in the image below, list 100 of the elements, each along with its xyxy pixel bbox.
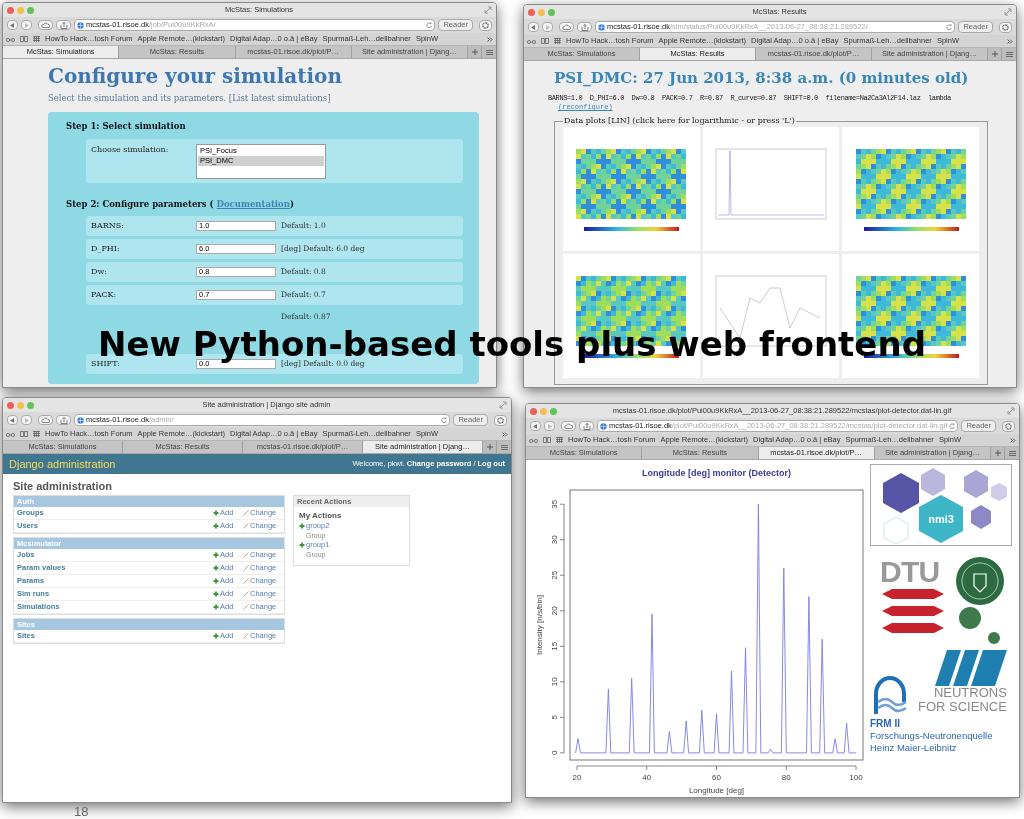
- plus-icon: [213, 565, 219, 571]
- logo-text: FRM II: [870, 718, 900, 730]
- plus-icon: [213, 523, 219, 529]
- grid-icon[interactable]: [33, 36, 40, 42]
- cloud-button[interactable]: [38, 415, 53, 425]
- double-chevron-icon[interactable]: [502, 431, 508, 437]
- slanted-stripes-logo-icon: [934, 650, 1007, 686]
- pencil-icon: [243, 565, 249, 571]
- double-chevron-icon[interactable]: [487, 36, 493, 42]
- page-number: 18: [74, 803, 89, 819]
- close-button[interactable]: [7, 6, 14, 14]
- grid-icon[interactable]: [554, 38, 561, 44]
- pencil-icon: [243, 523, 249, 529]
- glasses-icon[interactable]: [6, 431, 15, 437]
- right-triangle-icon: [24, 22, 29, 28]
- grid-icon[interactable]: [556, 437, 563, 443]
- share-button[interactable]: [577, 22, 592, 32]
- plus-icon: [299, 523, 305, 529]
- book-icon[interactable]: [20, 431, 28, 437]
- glasses-icon[interactable]: [529, 437, 538, 443]
- panel-subtitle: My Actions: [298, 510, 343, 521]
- logo-text: FOR SCIENCE: [918, 700, 1007, 714]
- page-heading: Configure your simulation: [48, 63, 342, 89]
- intro-text: Select the simulation and its parameters. [List latest simulations]: [48, 92, 331, 105]
- plus-icon: [471, 49, 478, 55]
- fullscreen-icon[interactable]: [499, 401, 507, 409]
- zoom-button[interactable]: [27, 6, 34, 14]
- logo-text: NEUTRONS: [933, 686, 1007, 700]
- settings-button[interactable]: [1002, 420, 1015, 432]
- back-button[interactable]: [7, 415, 18, 425]
- seal-icon: [955, 556, 1005, 606]
- forward-button[interactable]: [542, 22, 553, 32]
- back-button[interactable]: [7, 20, 18, 30]
- list-icon: [500, 444, 508, 450]
- close-button[interactable]: [528, 8, 535, 16]
- list-icon: [1005, 51, 1013, 57]
- list-icon: [1008, 450, 1016, 456]
- zoom-button[interactable]: [550, 407, 557, 415]
- plus-icon: [213, 591, 219, 597]
- back-button[interactable]: [530, 421, 541, 431]
- forward-button[interactable]: [544, 421, 555, 431]
- book-icon[interactable]: [541, 38, 549, 44]
- glasses-icon[interactable]: [527, 38, 536, 44]
- pencil-icon: [243, 510, 249, 516]
- tick-label: 35: [550, 499, 559, 509]
- share-button[interactable]: [579, 421, 594, 431]
- gear-icon: [482, 21, 489, 29]
- fullscreen-icon[interactable]: [484, 6, 492, 14]
- tick-label: 60: [712, 773, 721, 782]
- pencil-icon: [243, 633, 249, 639]
- back-button[interactable]: [528, 22, 539, 32]
- tick-label: 25: [550, 570, 559, 580]
- cloud-button[interactable]: [559, 22, 574, 32]
- double-chevron-icon[interactable]: [1007, 38, 1013, 44]
- share-icon: [59, 21, 68, 29]
- settings-button[interactable]: [999, 21, 1012, 33]
- right-triangle-icon: [547, 423, 552, 429]
- glasses-icon[interactable]: [6, 36, 15, 42]
- book-icon[interactable]: [20, 36, 28, 42]
- plus-icon: [486, 444, 493, 450]
- forward-button[interactable]: [21, 20, 32, 30]
- tick-label: 0: [550, 750, 559, 756]
- book-icon[interactable]: [543, 437, 551, 443]
- left-triangle-icon: [531, 24, 536, 30]
- reload-icon[interactable]: [441, 417, 448, 423]
- zoom-button[interactable]: [548, 8, 555, 16]
- list-simulations-link[interactable]: [List latest simulations]: [228, 93, 331, 103]
- cloud-button[interactable]: [38, 20, 53, 30]
- settings-button[interactable]: [494, 414, 507, 426]
- tick-label: 80: [781, 773, 791, 782]
- tick-label: 10: [550, 677, 559, 687]
- close-button[interactable]: [530, 407, 537, 415]
- reload-icon[interactable]: [949, 423, 956, 429]
- share-button[interactable]: [56, 20, 71, 30]
- plus-icon: [299, 542, 305, 548]
- logo-text: DTU: [880, 556, 940, 588]
- share-icon: [580, 23, 589, 31]
- share-button[interactable]: [56, 415, 71, 425]
- zoom-button[interactable]: [27, 401, 34, 409]
- parameter-label: PACK:: [91, 288, 118, 301]
- settings-button[interactable]: [479, 19, 492, 31]
- tick-label: 20: [572, 773, 582, 782]
- forward-button[interactable]: [21, 415, 32, 425]
- plus-icon: [213, 510, 219, 516]
- fullscreen-icon[interactable]: [1007, 407, 1015, 415]
- reload-icon[interactable]: [426, 22, 433, 28]
- step-heading: Step 1: Select simulation: [66, 119, 186, 132]
- pencil-icon: [243, 591, 249, 597]
- cloud-button[interactable]: [561, 421, 576, 431]
- double-chevron-icon[interactable]: [1010, 437, 1016, 443]
- parameter-label: D_PHI:: [91, 242, 121, 255]
- logo-text: Heinz Maier-Leibnitz: [870, 742, 957, 754]
- grid-icon[interactable]: [33, 431, 40, 437]
- fullscreen-icon[interactable]: [1004, 8, 1012, 16]
- cloud-icon: [562, 24, 571, 30]
- pencil-icon: [243, 552, 249, 558]
- tick-label: 5: [550, 715, 559, 720]
- close-button[interactable]: [7, 401, 14, 409]
- plots-legend[interactable]: Data plots [LIN] (click here for logarithmic - or press 'L'): [563, 115, 796, 127]
- plus-icon: [991, 51, 998, 57]
